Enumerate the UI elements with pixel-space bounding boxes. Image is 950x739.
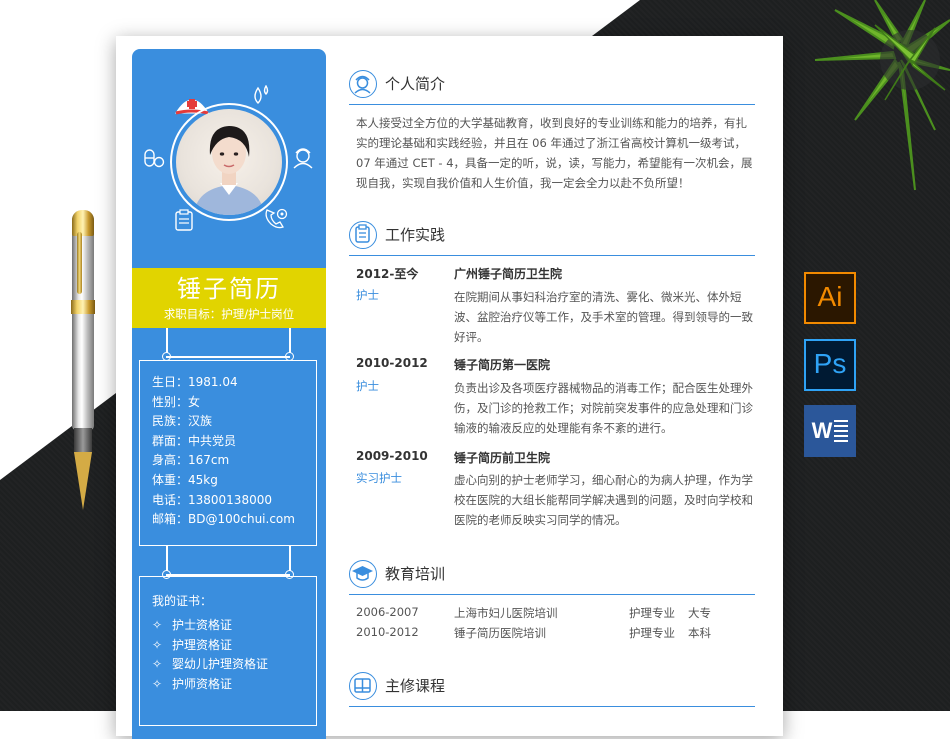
photoshop-icon: Ps: [804, 339, 856, 391]
section-title: 个人简介: [385, 75, 446, 93]
info-weight: 体重：45kg: [152, 472, 218, 487]
candidate-name: 锤子简历: [177, 275, 281, 303]
section-title: 工作实践: [385, 226, 446, 244]
book-icon: [349, 672, 377, 700]
section-profile: 个人简介: [349, 70, 755, 105]
job-description: 虚心向别的护士老师学习，细心耐心的为病人护理，作为学校在医院的大组长能帮同学解决…: [454, 473, 753, 527]
edu-date: 2006-2007: [356, 605, 419, 619]
job-date: 2010-2012: [356, 356, 428, 370]
edu-school: 上海市妇儿医院培训: [454, 606, 558, 620]
job-description: 在院期间从事妇科治疗室的清洗、雾化、微米光、体外短波、盆腔治疗仪等工作，及手术室…: [454, 290, 753, 344]
info-political: 群面：中共党员: [152, 433, 237, 448]
section-title: 教育培训: [385, 565, 446, 583]
resume-page: 锤子简历 求职目标：护理/护士岗位 生日：1981.04 性别：女 民族：汉族 …: [116, 36, 783, 739]
job-role: 实习护士: [356, 471, 402, 485]
sparkle-icon: ✧: [152, 637, 163, 652]
section-courses: 主修课程: [349, 672, 755, 707]
nurse-icon: [293, 148, 313, 169]
edu-major: 护理专业: [629, 626, 675, 640]
resume-sidebar: 锤子简历 求职目标：护理/护士岗位 生日：1981.04 性别：女 民族：汉族 …: [132, 49, 326, 739]
word-icon: W: [804, 405, 856, 457]
section-title: 主修课程: [385, 677, 446, 695]
career-goal: 求职目标：护理/护士岗位: [163, 307, 295, 321]
name-banner: 锤子简历 求职目标：护理/护士岗位: [132, 268, 326, 328]
sparkle-icon: ✧: [152, 676, 163, 691]
pills-icon: [144, 149, 165, 168]
edu-major: 护理专业: [629, 606, 675, 620]
avatar: [170, 103, 288, 221]
droplet-icon: [254, 85, 269, 104]
portrait-image: [194, 126, 264, 215]
illustrator-icon: Ai: [804, 272, 856, 324]
info-email: 邮箱：BD@100chui.com: [152, 512, 295, 527]
edu-date: 2010-2012: [356, 625, 419, 639]
edu-degree: 大专: [688, 606, 711, 620]
plant-image: [815, 0, 950, 191]
section-work: 工作实践: [349, 221, 755, 256]
job-date: 2009-2010: [356, 449, 428, 463]
sparkle-icon: ✧: [152, 618, 163, 632]
edu-degree: 本科: [688, 626, 711, 640]
sparkle-icon: ✧: [152, 657, 163, 671]
job-date: 2012-至今: [356, 267, 419, 281]
certificate-item: ✧ 婴幼儿护理资格证: [140, 655, 316, 675]
clipboard-icon: [175, 209, 193, 231]
edu-school: 锤子简历医院培训: [454, 626, 546, 640]
certificate-title: 我的证书：: [152, 594, 213, 608]
job-organization: 锤子简历第一医院: [454, 358, 551, 372]
certificate-box: 我的证书： ✧ 护士资格证 ✧ 护理资格证 ✧ 婴幼儿护理资格证 ✧ 护师资格证: [139, 576, 317, 726]
certificate-item: ✧ 护士资格证: [140, 616, 316, 636]
clipboard-icon: [349, 221, 377, 249]
job-organization: 广州锤子简历卫生院: [454, 267, 563, 281]
section-education: 教育培训: [349, 560, 755, 595]
info-gender: 性别：女: [152, 394, 201, 409]
graduation-cap-icon: [349, 560, 377, 588]
profile-text: 本人接受过全方位的大学基础教育，收到良好的专业训练和能力的培养，有扎实的理论基础…: [356, 116, 753, 190]
certificate-item: ✧ 护师资格证: [140, 675, 316, 695]
info-height: 身高：167cm: [152, 453, 230, 468]
nurse-icon: [349, 70, 377, 98]
job-role: 护士: [356, 379, 379, 393]
job-role: 护士: [356, 288, 379, 302]
info-phone: 电话：13800138000: [152, 492, 272, 507]
job-description: 负责出诊及各项医疗器械物品的消毒工作；配合医生处理外伤，及门诊的抢救工作；对院前…: [454, 381, 753, 435]
info-ethnicity: 民族：汉族: [152, 414, 213, 429]
info-birth: 生日：1981.04: [152, 375, 238, 389]
phone-location-icon: [265, 208, 288, 229]
certificate-item: ✧ 护理资格证: [140, 636, 316, 656]
personal-info-box: 生日：1981.04 性别：女 民族：汉族 群面：中共党员 身高：167cm 体…: [139, 360, 317, 546]
job-organization: 锤子简历前卫生院: [454, 451, 551, 465]
